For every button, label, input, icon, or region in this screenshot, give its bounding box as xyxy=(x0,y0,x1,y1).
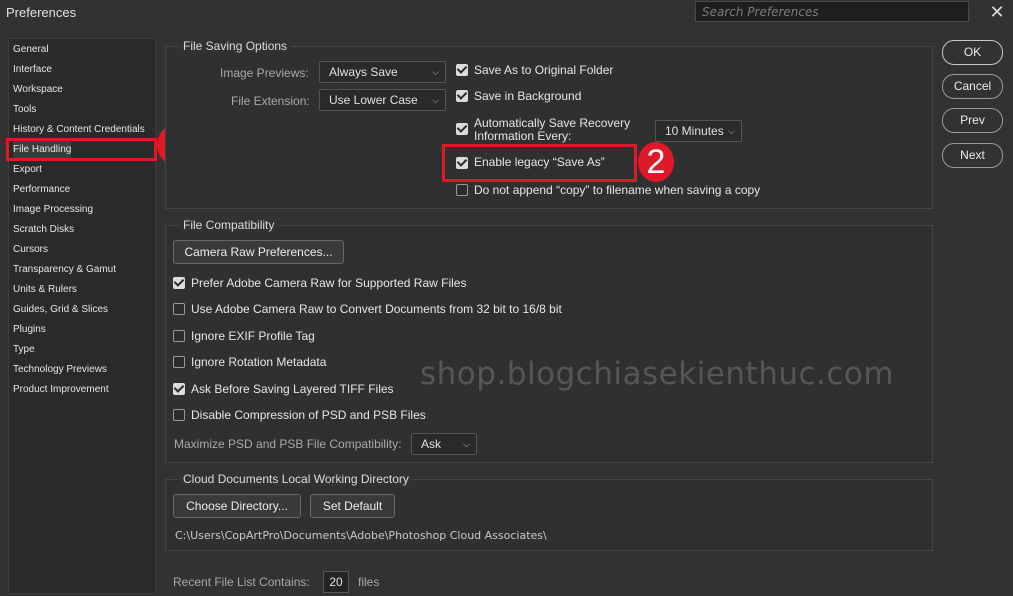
image-previews-select[interactable]: Always Save ⌵ xyxy=(319,61,446,83)
maximize-compat-value: Ask xyxy=(421,437,442,451)
sidebar-item-plugins[interactable]: Plugins xyxy=(13,321,46,339)
sidebar-item-units[interactable]: Units & Rulers xyxy=(13,281,77,299)
maximize-compat-label: Maximize PSD and PSB File Compatibility: xyxy=(174,437,402,451)
sidebar-item-cursors[interactable]: Cursors xyxy=(13,241,48,259)
sidebar-item-guides[interactable]: Guides, Grid & Slices xyxy=(13,301,108,319)
ignore-rotation-checkbox[interactable] xyxy=(173,356,185,368)
sidebar-item-export[interactable]: Export xyxy=(13,161,42,179)
search-input[interactable] xyxy=(695,1,969,22)
ignore-rotation-label: Ignore Rotation Metadata xyxy=(191,355,327,369)
highlight-box-file-handling xyxy=(6,138,157,161)
sidebar-item-history[interactable]: History & Content Credentials xyxy=(13,121,145,139)
file-extension-value: Use Lower Case xyxy=(329,93,418,107)
recent-files-label: Recent File List Contains: xyxy=(173,575,310,589)
sidebar-item-transparency[interactable]: Transparency & Gamut xyxy=(13,261,116,279)
ignore-exif-checkbox[interactable] xyxy=(173,330,185,342)
file-saving-title: File Saving Options xyxy=(179,39,292,53)
cloud-directory-path: C:\Users\CopArtPro\Documents\Adobe\Photo… xyxy=(175,529,547,542)
chevron-down-icon: ⌵ xyxy=(728,126,735,136)
sidebar-item-technology-previews[interactable]: Technology Previews xyxy=(13,361,107,379)
save-in-background-checkbox[interactable] xyxy=(456,90,468,102)
ask-tiff-checkbox[interactable] xyxy=(173,383,185,395)
disable-compression-label: Disable Compression of PSD and PSB Files xyxy=(191,408,426,422)
sidebar-item-product-improvement[interactable]: Product Improvement xyxy=(13,381,109,399)
highlight-box-legacy-save-as xyxy=(442,144,637,182)
sidebar-item-scratch-disks[interactable]: Scratch Disks xyxy=(13,221,74,239)
save-in-background-label: Save in Background xyxy=(474,89,582,103)
sidebar-item-type[interactable]: Type xyxy=(13,341,35,359)
chevron-down-icon: ⌵ xyxy=(432,67,439,77)
set-default-button[interactable]: Set Default xyxy=(310,494,395,518)
disable-compression-checkbox[interactable] xyxy=(173,409,185,421)
cloud-title: Cloud Documents Local Working Directory xyxy=(179,472,413,486)
save-as-original-label: Save As to Original Folder xyxy=(474,63,614,77)
watermark-text: shop.blogchiasekienthuc.com xyxy=(420,356,895,392)
file-compat-title: File Compatibility xyxy=(179,218,279,232)
no-copy-append-label: Do not append “copy” to filename when sa… xyxy=(474,183,761,197)
next-button[interactable]: Next xyxy=(942,143,1003,168)
image-previews-value: Always Save xyxy=(329,65,398,79)
recent-files-suffix: files xyxy=(358,575,380,589)
file-extension-label: File Extension: xyxy=(231,94,310,108)
ignore-exif-label: Ignore EXIF Profile Tag xyxy=(191,329,315,343)
file-extension-select[interactable]: Use Lower Case ⌵ xyxy=(319,89,446,111)
auto-recovery-interval-select[interactable]: 10 Minutes ⌵ xyxy=(655,120,742,142)
recent-files-count[interactable]: 20 xyxy=(323,571,349,593)
sidebar-item-performance[interactable]: Performance xyxy=(13,181,70,199)
prefer-acr-label: Prefer Adobe Camera Raw for Supported Ra… xyxy=(191,276,467,290)
ok-button[interactable]: OK xyxy=(942,40,1003,65)
title-bar: Preferences ✕ xyxy=(0,0,1013,26)
auto-recovery-label-line2: Information Every: xyxy=(474,129,572,143)
save-as-original-checkbox[interactable] xyxy=(456,64,468,76)
auto-recovery-label-line1: Automatically Save Recovery xyxy=(474,116,631,130)
choose-directory-button[interactable]: Choose Directory... xyxy=(173,494,301,518)
prev-button[interactable]: Prev xyxy=(942,108,1003,133)
acr-convert-label: Use Adobe Camera Raw to Convert Document… xyxy=(191,302,562,316)
sidebar-item-workspace[interactable]: Workspace xyxy=(13,81,63,99)
chevron-down-icon: ⌵ xyxy=(432,95,439,105)
annotation-badge-2: 2 xyxy=(638,142,674,182)
close-icon[interactable]: ✕ xyxy=(988,3,1006,21)
window-title: Preferences xyxy=(6,5,77,20)
prefer-acr-checkbox[interactable] xyxy=(173,277,185,289)
chevron-down-icon: ⌵ xyxy=(463,439,470,449)
sidebar-item-tools[interactable]: Tools xyxy=(13,101,36,119)
acr-convert-checkbox[interactable] xyxy=(173,303,185,315)
sidebar-item-image-processing[interactable]: Image Processing xyxy=(13,201,93,219)
auto-recovery-interval-value: 10 Minutes xyxy=(665,124,724,138)
ask-tiff-label: Ask Before Saving Layered TIFF Files xyxy=(191,382,394,396)
sidebar-item-interface[interactable]: Interface xyxy=(13,61,52,79)
sidebar: General Interface Workspace Tools Histor… xyxy=(8,38,156,594)
sidebar-item-general[interactable]: General xyxy=(13,41,49,59)
cancel-button[interactable]: Cancel xyxy=(942,74,1003,99)
image-previews-label: Image Previews: xyxy=(220,66,309,80)
maximize-compat-select[interactable]: Ask ⌵ xyxy=(411,433,477,455)
camera-raw-prefs-button[interactable]: Camera Raw Preferences... xyxy=(173,240,344,264)
auto-recovery-checkbox[interactable] xyxy=(456,123,468,135)
no-copy-append-checkbox[interactable] xyxy=(456,184,468,196)
